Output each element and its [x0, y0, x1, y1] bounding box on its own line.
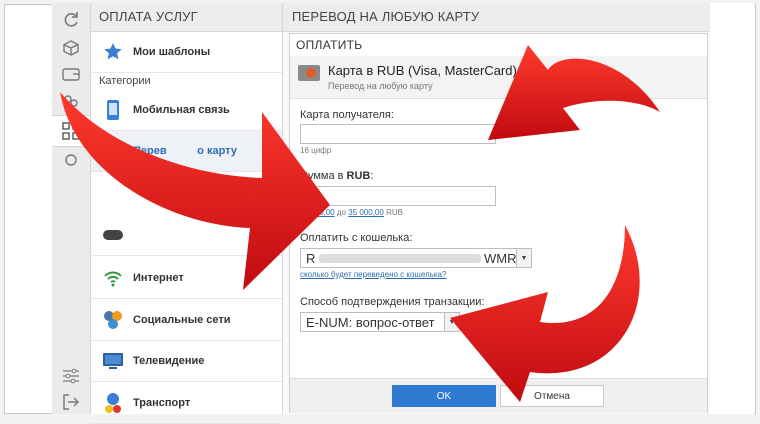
wallet-label: Оплатить с кошелька:	[300, 232, 413, 244]
wallet-prefix: R	[306, 251, 316, 266]
card-number-input[interactable]	[300, 124, 496, 144]
dialog-title: ОПЛАТИТЬ	[296, 38, 363, 52]
categories-label: Категории	[99, 75, 151, 87]
amount-input[interactable]	[300, 186, 496, 206]
service-item-card-transfer[interactable]: Перев о карту	[91, 131, 282, 172]
phone-icon	[101, 98, 125, 122]
icon-rail	[52, 3, 91, 414]
screenshot-frame: ОПЛАТА УСЛУГ Мои шаблоны Категории Мобил…	[0, 0, 760, 424]
tv-icon	[101, 349, 125, 373]
wallet-amount-link[interactable]: сколько будет переведено с кошелька?	[300, 270, 446, 279]
card-number-hint: 16 цифр	[300, 146, 332, 155]
payment-dialog: ОПЛАТИТЬ Карта в RUB (Visa, MasterCard) …	[289, 33, 708, 413]
main-header: ПЕРЕВОД НА ЛЮБУЮ КАРТУ	[283, 3, 710, 32]
social-icon	[101, 308, 125, 332]
settings-icon[interactable]	[60, 149, 82, 171]
box-icon[interactable]	[60, 37, 82, 59]
star-icon	[101, 40, 125, 64]
card-icon	[101, 139, 125, 163]
service-label-mobile: Мобильная связь	[133, 104, 230, 116]
dialog-service-header: Карта в RUB (Visa, MasterCard) Перевод н…	[290, 56, 707, 99]
service-label-tv: Телевидение	[133, 355, 205, 367]
service-item-internet[interactable]: Интернет	[91, 258, 282, 299]
service-label-card-transfer: Перев о карту	[133, 145, 237, 157]
card-icon	[298, 65, 320, 81]
dialog-footer: OK Отмена	[290, 378, 707, 413]
amount-min-link[interactable]: 100,00	[310, 208, 334, 217]
amount-label: Сумма в RUB:	[300, 170, 374, 182]
templates-label: Мои шаблоны	[133, 46, 211, 58]
dialog-service-name: Карта в RUB (Visa, MasterCard)	[328, 63, 517, 78]
service-item-social[interactable]: Социальные сети	[91, 300, 282, 341]
transport-icon	[101, 391, 125, 415]
service-item-mobile[interactable]: Мобильная связь	[91, 90, 282, 131]
cancel-button[interactable]: Отмена	[500, 385, 604, 407]
wallet-type: WMR	[484, 251, 517, 266]
wallet-number-obscured	[319, 254, 481, 263]
services-header: ОПЛАТА УСЛУГ	[91, 3, 282, 32]
exit-icon[interactable]	[60, 391, 82, 413]
amount-max-link[interactable]: 35 000,00	[348, 208, 384, 217]
wifi-icon	[101, 266, 125, 290]
qr-grid-icon[interactable]	[52, 115, 90, 147]
service-label-internet: Интернет	[133, 272, 184, 284]
chevron-down-icon: ▼	[444, 313, 459, 331]
dialog-service-subtitle: Перевод на любую карту	[328, 81, 433, 91]
chevron-down-icon: ▼	[516, 249, 531, 267]
confirm-method-select[interactable]: E-NUM: вопрос-ответ ▼	[300, 312, 460, 332]
sliders-icon[interactable]	[60, 365, 82, 387]
confirm-method-label: Способ подтверждения транзакции:	[300, 296, 485, 308]
service-label-transport: Транспорт	[133, 397, 191, 409]
services-panel: ОПЛАТА УСЛУГ Мои шаблоны Категории Мобил…	[91, 3, 283, 424]
service-label-social: Социальные сети	[133, 314, 231, 326]
right-margin	[710, 3, 754, 414]
ok-button[interactable]: OK	[392, 385, 496, 407]
service-item-games[interactable]	[91, 215, 282, 256]
confirm-method-value: E-NUM: вопрос-ответ	[306, 315, 435, 330]
service-item-tv[interactable]: Телевидение	[91, 341, 282, 382]
gamepad-icon	[101, 223, 125, 247]
wallet-icon[interactable]	[60, 63, 82, 85]
card-number-label: Карта получателя:	[300, 109, 394, 121]
amount-limits-hint: от 100,00 до 35 000,00 RUB	[300, 208, 403, 217]
wallet-select[interactable]: R WMR ▼	[300, 248, 532, 268]
templates-item[interactable]: Мои шаблоны	[91, 32, 282, 73]
refresh-icon[interactable]	[60, 9, 82, 31]
people-icon[interactable]	[60, 91, 82, 113]
